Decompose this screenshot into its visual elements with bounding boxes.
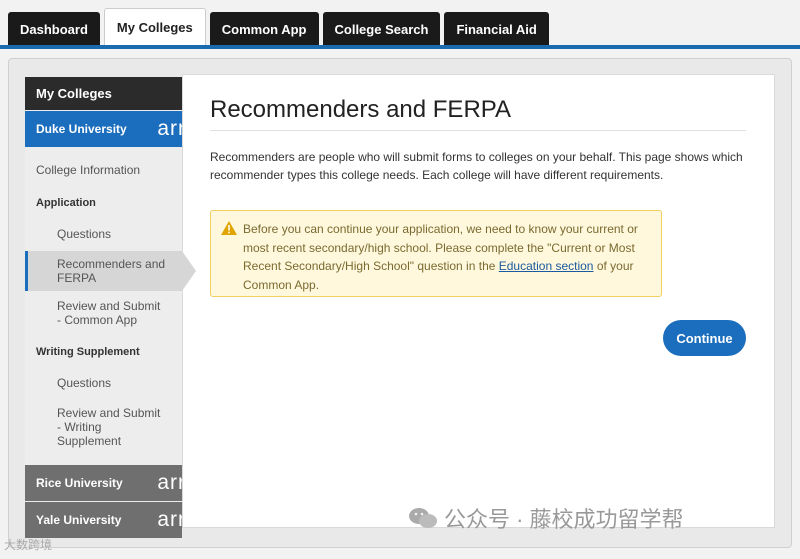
sidebar-section-writing-supplement: Writing Supplement	[36, 346, 140, 358]
active-pointer	[182, 251, 196, 291]
college-arrow-label: arr	[157, 508, 182, 531]
tab-common-app[interactable]: Common App	[209, 12, 319, 46]
sidebar-item-review-writing[interactable]: Review and Submit - Writing Supplement	[25, 406, 167, 448]
sidebar-college-rice[interactable]: Rice University arr	[25, 465, 182, 501]
sidebar-item-recommenders[interactable]: Recommenders and FERPA	[25, 251, 196, 291]
college-name: Duke University	[36, 122, 127, 136]
page-description: Recommenders are people who will submit …	[210, 150, 743, 182]
watermark: 公众号 · 藤校成功留学帮	[408, 502, 684, 534]
tab-my-colleges[interactable]: My Colleges	[103, 8, 206, 46]
tab-underline	[0, 45, 800, 49]
main-tabs: Dashboard My Colleges Common App College…	[8, 8, 549, 46]
sidebar-heading: My Colleges	[25, 77, 182, 110]
tab-financial-aid[interactable]: Financial Aid	[444, 12, 549, 46]
sidebar-item-label: Recommenders and FERPA	[57, 257, 166, 285]
tab-college-search[interactable]: College Search	[322, 12, 441, 46]
sidebar-item-review-common-app[interactable]: Review and Submit - Common App	[25, 299, 165, 327]
education-section-link[interactable]: Education section	[499, 259, 594, 273]
college-arrow-label: arr	[157, 471, 182, 494]
watermark-text: 公众号 · 藤校成功留学帮	[444, 507, 684, 532]
sidebar-college-yale[interactable]: Yale University arr	[25, 502, 182, 538]
warning-triangle-icon	[221, 221, 237, 235]
sidebar: My Colleges Duke University arr College …	[25, 77, 196, 538]
college-arrow-label: arr	[157, 117, 182, 140]
top-navigation: Dashboard My Colleges Common App College…	[0, 0, 800, 50]
wechat-icon	[409, 508, 437, 528]
content-card	[182, 74, 775, 528]
sidebar-college-duke[interactable]: Duke University arr	[25, 111, 182, 147]
title-divider	[210, 130, 746, 131]
tab-dashboard[interactable]: Dashboard	[8, 12, 100, 46]
corner-watermark: 大数跨境	[4, 538, 53, 552]
sidebar-item-questions[interactable]: Questions	[25, 227, 182, 241]
sidebar-item-college-information[interactable]: College Information	[25, 163, 182, 179]
college-name: Yale University	[36, 513, 122, 527]
continue-button[interactable]: Continue	[663, 320, 746, 356]
sidebar-section-application: Application	[36, 197, 96, 209]
page-title: Recommenders and FERPA	[210, 96, 512, 123]
warning-alert: Before you can continue your application…	[210, 210, 662, 297]
sidebar-item-questions-2[interactable]: Questions	[25, 376, 182, 390]
college-name: Rice University	[36, 476, 123, 490]
